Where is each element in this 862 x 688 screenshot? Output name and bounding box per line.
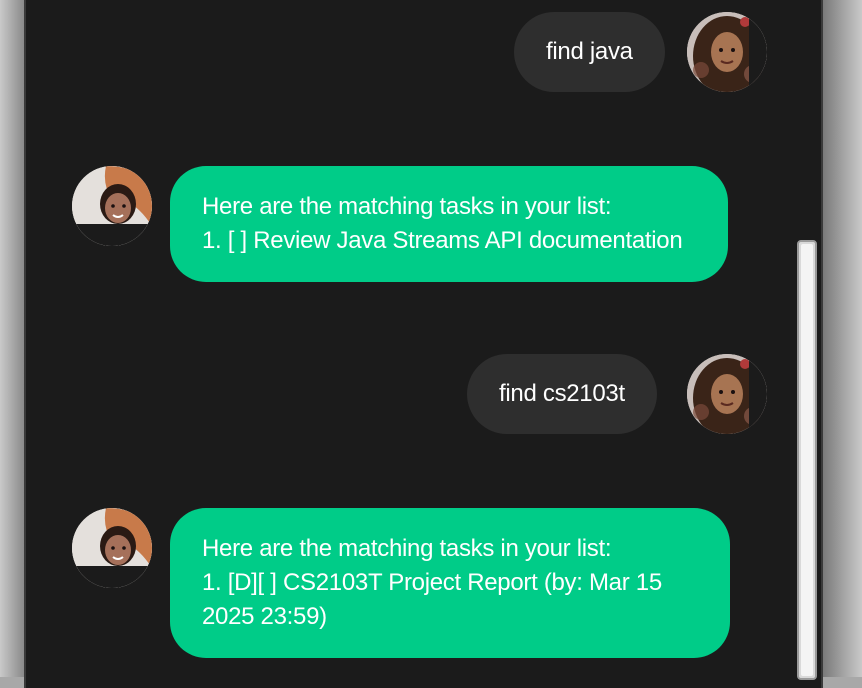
user-message-text: find java [546, 38, 633, 65]
bot-message-bubble: Here are the matching tasks in your list… [170, 166, 728, 282]
bot-message-line: 1. [ ] Review Java Streams API documenta… [202, 227, 683, 254]
avatar-clip [72, 566, 152, 588]
bot-message-line: Here are the matching tasks in your list… [202, 193, 612, 220]
user-avatar [687, 354, 767, 434]
bot-avatar [72, 508, 152, 588]
vertical-scrollbar[interactable] [797, 240, 817, 680]
bot-avatar [72, 166, 152, 246]
avatar-clip [72, 224, 152, 246]
user-message-bubble: find java [514, 12, 665, 92]
bot-message-bubble: Here are the matching tasks in your list… [170, 508, 730, 658]
bot-message-line: 2025 23:59) [202, 603, 327, 630]
bot-message-line: Here are the matching tasks in your list… [202, 535, 612, 562]
user-avatar [687, 12, 767, 92]
window-shadow-left [0, 0, 24, 677]
window-shadow-right [823, 0, 862, 677]
avatar-clip [749, 354, 767, 434]
chat-window: find java Here are the matching tasks in… [24, 0, 823, 688]
scrollbar-thumb[interactable] [801, 244, 813, 676]
avatar-clip [749, 12, 767, 92]
user-message-text: find cs2103t [499, 380, 625, 407]
bot-message-line: 1. [D][ ] CS2103T Project Report (by: Ma… [202, 569, 662, 596]
user-message-bubble: find cs2103t [467, 354, 657, 434]
